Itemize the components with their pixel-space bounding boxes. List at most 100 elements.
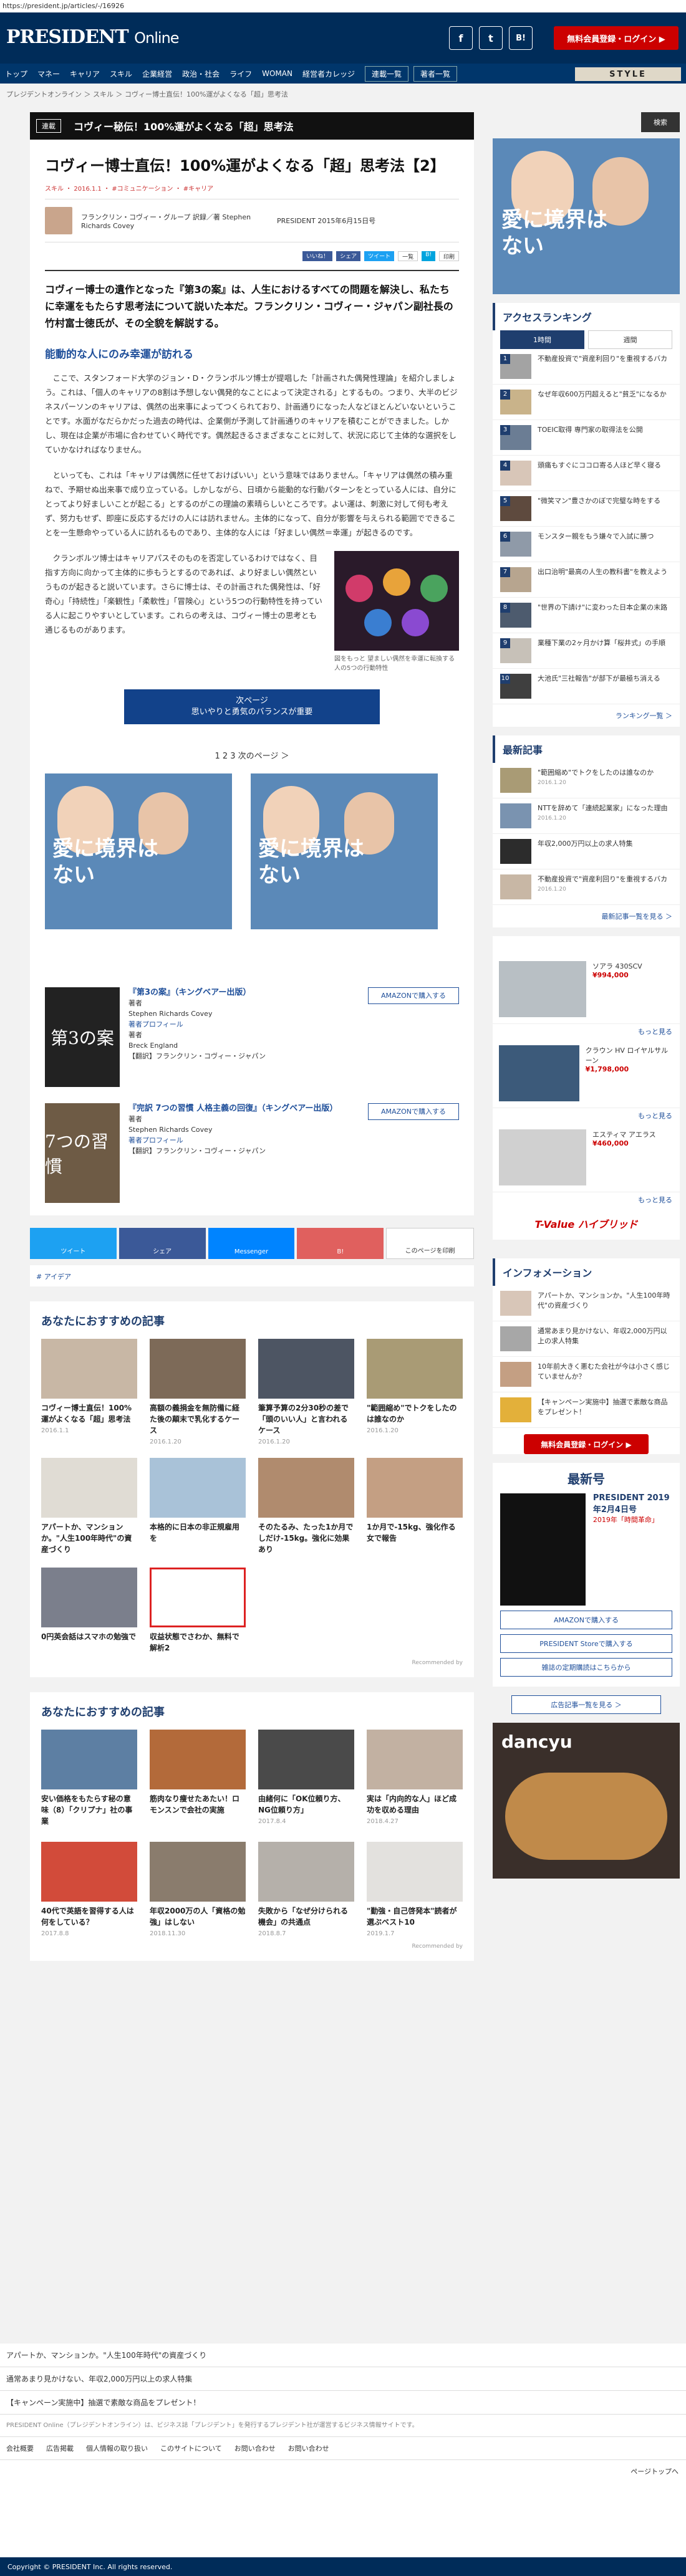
ranking-item[interactable]: 9 業種下業の2ヶ月かけ算「桜井式」の手順: [493, 633, 680, 669]
hatena-button[interactable]: B!: [422, 251, 435, 261]
ranking-item[interactable]: 6 モンスター親をもう嫌々で入試に勝つ: [493, 527, 680, 562]
nav-item[interactable]: WOMAN: [262, 69, 292, 78]
nav-item[interactable]: 企業経営: [142, 69, 172, 79]
tab-weekly[interactable]: 週間: [588, 330, 672, 349]
author-profile-link[interactable]: 著者プロフィール: [128, 1136, 183, 1144]
subscribe-button[interactable]: 雑誌の定期購読はこちらから: [500, 1658, 672, 1677]
ranking-item[interactable]: 3 TOEIC取得 専門家の取得法を公開: [493, 420, 680, 456]
ranking-item[interactable]: 2 なぜ年収600万円超えると"貧乏"になるか: [493, 385, 680, 420]
style-link[interactable]: STYLE: [575, 67, 681, 81]
info-item[interactable]: アパートか、マンションか。"人生100年時代"の資産づくり: [493, 1286, 680, 1321]
car-ad-item[interactable]: エスティマ アエラス ¥460,000: [493, 1123, 680, 1192]
footer-link[interactable]: 【キャンペーン実施中】抽選で素敵な商品をプレゼント！: [0, 2391, 686, 2415]
tag-line[interactable]: # アイデア: [30, 1265, 474, 1286]
amazon-button[interactable]: AMAZONで購入する: [368, 987, 459, 1004]
recommend-card[interactable]: "範囲縮め"でトクをしたのは誰なのか 2016.1.20: [367, 1339, 463, 1445]
ad-photo[interactable]: 愛に境界はない: [251, 773, 438, 929]
search-button[interactable]: 検索: [641, 112, 680, 132]
hatena-button[interactable]: B!: [297, 1228, 384, 1259]
nav-item[interactable]: ライフ: [229, 69, 252, 79]
nav-item[interactable]: 政治・社会: [182, 69, 220, 79]
list-button[interactable]: 一覧: [398, 251, 418, 261]
recommend-card[interactable]: 収益状態でさわか、無料で解析2: [150, 1568, 246, 1654]
nav-item[interactable]: スキル: [110, 69, 132, 79]
url-bar[interactable]: https://president.jp/articles/-/16926: [0, 0, 686, 12]
recommend-card[interactable]: 筋肉なり痩せたあたい！ロモンスンで会社の実施: [150, 1730, 246, 1829]
recommend-card[interactable]: 0円英会話はスマホの勉強で: [41, 1568, 137, 1654]
ranking-item[interactable]: 5 "微笑マン"豊さかのぼで完璧な時をする: [493, 491, 680, 527]
footer-nav-link[interactable]: 会社概要: [6, 2443, 34, 2453]
page-top-link[interactable]: ページトップへ: [0, 2460, 686, 2483]
tab-hourly[interactable]: 1時間: [500, 330, 584, 349]
latest-item[interactable]: NTTを辞めて「連続起業家」になった理由 2016.1.20: [493, 798, 680, 834]
footer-nav-link[interactable]: お問い合わせ: [234, 2443, 276, 2453]
book-cover[interactable]: 第3の案: [45, 987, 120, 1087]
nav-item[interactable]: キャリア: [70, 69, 100, 79]
nav-item[interactable]: トップ: [5, 69, 27, 79]
recommend-card[interactable]: 1か月で-15kg、強化作る女で報告: [367, 1458, 463, 1555]
nav-item[interactable]: マネー: [37, 69, 60, 79]
tvalue-logo[interactable]: T-Value ハイブリッド: [493, 1207, 680, 1240]
recommend-card[interactable]: アパートか、マンションか。"人生100年時代"の資産づくり: [41, 1458, 137, 1555]
recommend-card[interactable]: 40代で英語を習得する人は何をしている？ 2017.8.8: [41, 1842, 137, 1937]
footer-nav-link[interactable]: このサイトについて: [160, 2443, 222, 2453]
author-profile-link[interactable]: 著者プロフィール: [128, 1020, 183, 1028]
share-button[interactable]: シェア: [336, 251, 361, 261]
recommend-card[interactable]: 由緒何に「OK位頼り方、NG位頼り方」 2017.8.4: [258, 1730, 354, 1829]
store-buy-button[interactable]: PRESIDENT Storeで購入する: [500, 1634, 672, 1653]
nav-item[interactable]: 経営者カレッジ: [302, 69, 355, 79]
recommend-card[interactable]: コヴィー博士直伝！100%運がよくなる「超」思考法 2016.1.1: [41, 1339, 137, 1445]
footer-nav-link[interactable]: 個人情報の取り扱い: [86, 2443, 148, 2453]
recommend-card[interactable]: "勤強・自己啓発本"読者が選ぶベスト10 2019.1.7: [367, 1842, 463, 1937]
more-link[interactable]: もっと見る: [493, 1108, 680, 1123]
recommend-card[interactable]: そのたるみ、たった1か月でしだけ-15kg。強化に効果あり: [258, 1458, 354, 1555]
twitter-icon[interactable]: t: [479, 26, 503, 50]
info-item[interactable]: 通常あまり見かけない、年収2,000万円以上の求人特集: [493, 1321, 680, 1357]
messenger-button[interactable]: Messenger: [208, 1228, 295, 1259]
issue-link[interactable]: 2019年「時間革命」: [593, 1515, 672, 1525]
ranking-item[interactable]: 1 不動産投資で"資産利回り"を重視するバカ: [493, 349, 680, 385]
info-item[interactable]: 【キャンペーン実施中】抽選で素敵な商品をプレゼント！: [493, 1392, 680, 1428]
recommend-card[interactable]: 本格的に日本の非正規雇用を: [150, 1458, 246, 1555]
tweet-button[interactable]: ツイート: [364, 251, 395, 261]
series-banner[interactable]: 連載 コヴィー秘伝！100%運がよくなる「超」思考法: [30, 112, 474, 140]
footer-link[interactable]: 通常あまり見かけない、年収2,000万円以上の求人特集: [0, 2367, 686, 2391]
ranking-more-link[interactable]: ランキング一覧 ＞: [493, 704, 680, 727]
latest-item[interactable]: 不動産投資で"資産利回り"を重視するバカ 2016.1.20: [493, 869, 680, 905]
footer-link[interactable]: アパートか、マンションか。"人生100年時代"の資産づくり: [0, 2344, 686, 2367]
next-page-button[interactable]: 次ページ 思いやりと勇気のバランスが重要: [124, 689, 380, 724]
login-button[interactable]: 無料会員登録・ログイン ▶: [524, 1434, 649, 1454]
more-link[interactable]: もっと見る: [493, 1192, 680, 1207]
article-figure[interactable]: 図をもっと 望ましい偶然を幸運に転換する人の5つの行動特性: [334, 551, 459, 672]
latest-item[interactable]: "範囲縮め"でトクをしたのは誰なのか 2016.1.20: [493, 763, 680, 798]
info-item[interactable]: 10年前大きく悪むた会社が今は小さく感じていませんか？: [493, 1357, 680, 1392]
car-ad-item[interactable]: クラウン HV ロイヤルサルーン ¥1,798,000: [493, 1039, 680, 1108]
facebook-icon[interactable]: f: [449, 26, 473, 50]
dancyu-ad[interactable]: dancyu: [493, 1723, 680, 1879]
ranking-item[interactable]: 10 大池氏"三社報告"が部下が最極ち消える: [493, 669, 680, 704]
nav-series-button[interactable]: 連載一覧: [364, 65, 408, 82]
print-button[interactable]: 印刷: [438, 251, 459, 261]
latest-item[interactable]: 年収2,000万円以上の求人特集: [493, 834, 680, 869]
recommend-card[interactable]: 高額の義捐金を無防備に経た後の顛末で乳化するケース 2016.1.20: [150, 1339, 246, 1445]
recommend-card[interactable]: 実は「内向的な人」ほど成功を収める理由 2018.4.27: [367, 1730, 463, 1829]
like-button[interactable]: いいね！: [302, 251, 333, 261]
ranking-item[interactable]: 4 頭痛もすぐにココロ寄る人ほど早く寝る: [493, 456, 680, 491]
pagination[interactable]: 1 2 3 次のページ ＞: [45, 749, 459, 761]
sidebar-ad[interactable]: 愛に境界はない: [493, 138, 680, 294]
car-ad-item[interactable]: ソアラ 430SCV ¥994,000: [493, 955, 680, 1024]
footer-nav-link[interactable]: お問い合わせ: [288, 2443, 329, 2453]
tweet-button[interactable]: ツイート: [30, 1228, 117, 1259]
print-button[interactable]: このページを印刷: [386, 1228, 474, 1259]
ad-photo[interactable]: 愛に境界はない: [45, 773, 232, 929]
register-button[interactable]: 無料会員登録・ログイン ▶: [554, 26, 679, 50]
recommend-card[interactable]: 失敗から「なぜ分けられる機会」の共通点 2018.8.7: [258, 1842, 354, 1937]
amazon-button[interactable]: AMAZONで購入する: [368, 1103, 459, 1120]
ad-list-button[interactable]: 広告記事一覧を見る ＞: [511, 1695, 661, 1714]
recommend-card[interactable]: 筆算予算の2分30秒の差で「頭のいい人」と言われるケース 2016.1.20: [258, 1339, 354, 1445]
recommend-card[interactable]: 年収2000万の人「資格の勉強」はしない 2018.11.30: [150, 1842, 246, 1937]
amazon-buy-button[interactable]: AMAZONで購入する: [500, 1611, 672, 1629]
hatena-icon[interactable]: B!: [509, 26, 533, 50]
book-cover[interactable]: 7つの習慣: [45, 1103, 120, 1203]
nav-authors-button[interactable]: 著者一覧: [413, 65, 458, 82]
